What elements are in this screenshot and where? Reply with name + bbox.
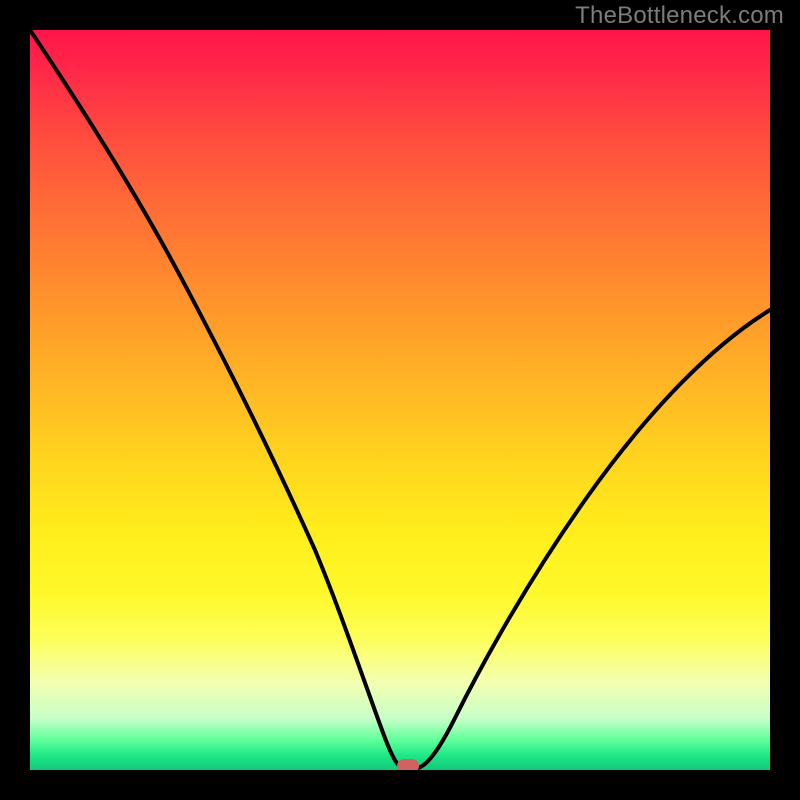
curve-layer xyxy=(30,30,770,770)
bottleneck-curve xyxy=(30,30,770,768)
watermark-text: TheBottleneck.com xyxy=(575,2,784,30)
plot-area xyxy=(30,30,770,770)
optimal-marker xyxy=(397,759,419,770)
chart-frame: TheBottleneck.com xyxy=(0,0,800,800)
